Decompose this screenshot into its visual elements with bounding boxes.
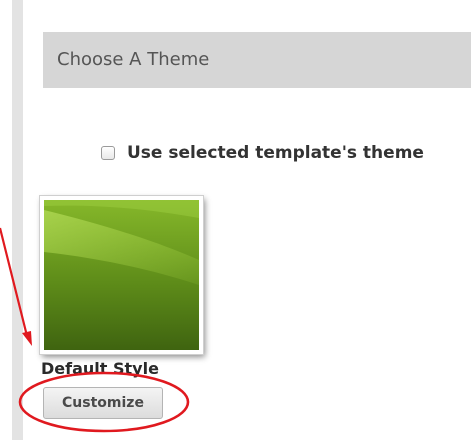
theme-chooser-panel: Choose A Theme Use selected template's t… bbox=[0, 0, 471, 440]
use-template-theme-label[interactable]: Use selected template's theme bbox=[127, 143, 424, 163]
use-template-theme-option[interactable]: Use selected template's theme bbox=[101, 143, 424, 163]
customize-button[interactable]: Customize bbox=[43, 387, 163, 419]
theme-swatch-image bbox=[44, 200, 199, 350]
left-divider bbox=[12, 0, 23, 440]
use-template-theme-checkbox[interactable] bbox=[101, 146, 115, 160]
section-header: Choose A Theme bbox=[43, 32, 471, 88]
theme-name: Default Style bbox=[41, 359, 159, 378]
annotation-arrowhead bbox=[22, 331, 32, 346]
section-title: Choose A Theme bbox=[57, 49, 210, 70]
theme-thumbnail[interactable] bbox=[40, 196, 203, 354]
